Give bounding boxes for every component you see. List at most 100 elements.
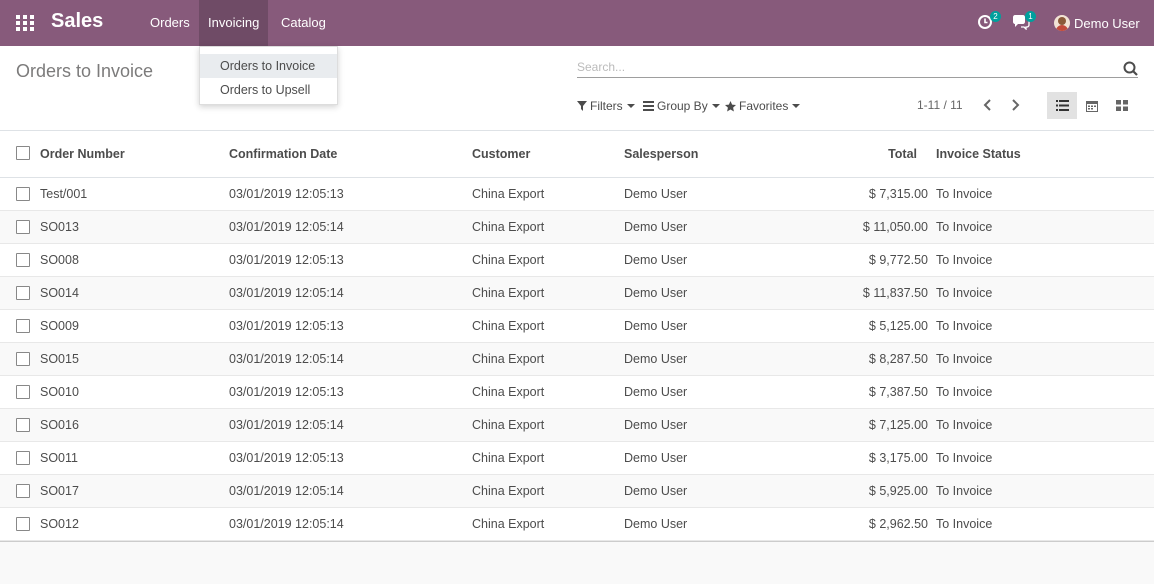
row-checkbox[interactable] xyxy=(16,418,30,432)
messages-chat-icon[interactable]: 1 xyxy=(1012,11,1036,32)
row-checkbox[interactable] xyxy=(16,319,30,333)
cell-confirmation-date: 03/01/2019 12:05:13 xyxy=(229,319,344,333)
row-checkbox[interactable] xyxy=(16,484,30,498)
filters-label: Filters xyxy=(590,99,623,113)
cell-customer: China Export xyxy=(472,385,545,399)
cell-confirmation-date: 03/01/2019 12:05:13 xyxy=(229,451,344,465)
pager-value[interactable]: 1-11 / 11 xyxy=(917,98,963,112)
cell-salesperson: Demo User xyxy=(624,253,688,267)
table-row[interactable]: SO008 03/01/2019 12:05:13 China Export Demo… xyxy=(0,244,1154,277)
search-input[interactable] xyxy=(577,60,1107,74)
menu-orders[interactable]: Orders xyxy=(141,0,199,46)
table-row[interactable]: SO010 03/01/2019 12:05:13 China Export Demo… xyxy=(0,376,1154,409)
menu-invoicing[interactable]: Invoicing xyxy=(199,0,269,46)
cell-confirmation-date: 03/01/2019 12:05:14 xyxy=(229,220,344,234)
pager-previous-icon[interactable] xyxy=(982,98,998,114)
filter-icon xyxy=(577,101,587,111)
activity-count-badge: 2 xyxy=(990,11,1001,22)
cell-confirmation-date: 03/01/2019 12:05:14 xyxy=(229,418,344,432)
cell-total: $ 8,287.50 xyxy=(868,352,928,366)
cell-customer: China Export xyxy=(472,286,545,300)
cell-salesperson: Demo User xyxy=(624,385,688,399)
invoicing-dropdown: Orders to Invoice Orders to Upsell xyxy=(199,46,338,105)
column-total[interactable]: Total xyxy=(860,147,917,161)
cell-confirmation-date: 03/01/2019 12:05:14 xyxy=(229,352,344,366)
row-checkbox[interactable] xyxy=(16,253,30,267)
table-row[interactable]: SO015 03/01/2019 12:05:14 China Export Demo… xyxy=(0,343,1154,376)
cell-order-number: SO009 xyxy=(40,319,79,333)
table-row[interactable]: SO013 03/01/2019 12:05:14 China Export Demo… xyxy=(0,211,1154,244)
cell-salesperson: Demo User xyxy=(624,517,688,531)
calendar-view-icon[interactable] xyxy=(1077,92,1107,119)
avatar xyxy=(1054,15,1070,31)
list-view-icon[interactable] xyxy=(1047,92,1077,119)
column-invoice-status[interactable]: Invoice Status xyxy=(936,147,1021,161)
cell-order-number: SO010 xyxy=(40,385,79,399)
cell-invoice-status: To Invoice xyxy=(936,451,993,465)
row-checkbox[interactable] xyxy=(16,352,30,366)
cell-total: $ 11,837.50 xyxy=(862,286,928,300)
search-icon[interactable] xyxy=(1123,61,1138,76)
cell-customer: China Export xyxy=(472,187,545,201)
favorites-button[interactable]: Favorites xyxy=(725,99,801,113)
bars-icon xyxy=(643,101,654,111)
cell-invoice-status: To Invoice xyxy=(936,286,993,300)
row-checkbox[interactable] xyxy=(16,517,30,531)
row-checkbox[interactable] xyxy=(16,451,30,465)
cell-confirmation-date: 03/01/2019 12:05:13 xyxy=(229,187,344,201)
column-customer[interactable]: Customer xyxy=(472,147,530,161)
table-row[interactable]: SO016 03/01/2019 12:05:14 China Export Demo… xyxy=(0,409,1154,442)
table-row[interactable]: Test/001 03/01/2019 12:05:13 China Export D… xyxy=(0,178,1154,211)
cell-order-number: Test/001 xyxy=(40,187,88,201)
cell-order-number: SO013 xyxy=(40,220,79,234)
dropdown-item-orders-to-upsell[interactable]: Orders to Upsell xyxy=(200,78,337,102)
user-menu[interactable]: Demo User xyxy=(1054,0,1140,46)
app-title[interactable]: Sales xyxy=(51,10,103,33)
cell-order-number: SO014 xyxy=(40,286,79,300)
cell-order-number: SO016 xyxy=(40,418,79,432)
column-confirmation-date[interactable]: Confirmation Date xyxy=(229,147,337,161)
row-checkbox[interactable] xyxy=(16,385,30,399)
cell-salesperson: Demo User xyxy=(624,451,688,465)
cell-customer: China Export xyxy=(472,319,545,333)
cell-invoice-status: To Invoice xyxy=(936,187,993,201)
cell-customer: China Export xyxy=(472,517,545,531)
cell-order-number: SO008 xyxy=(40,253,79,267)
table-row[interactable]: SO014 03/01/2019 12:05:14 China Export Demo… xyxy=(0,277,1154,310)
row-checkbox[interactable] xyxy=(16,286,30,300)
page-title: Orders to Invoice xyxy=(16,61,154,81)
kanban-view-icon[interactable] xyxy=(1107,92,1137,119)
cell-salesperson: Demo User xyxy=(624,319,688,333)
cell-total: $ 5,925.00 xyxy=(868,484,928,498)
menu-catalog[interactable]: Catalog xyxy=(272,0,335,46)
cell-customer: China Export xyxy=(472,451,545,465)
activity-clock-icon[interactable]: 2 xyxy=(977,11,1001,32)
group-by-button[interactable]: Group By xyxy=(643,99,720,113)
favorites-label: Favorites xyxy=(739,99,789,113)
cell-invoice-status: To Invoice xyxy=(936,352,993,366)
cell-invoice-status: To Invoice xyxy=(936,319,993,333)
table-row[interactable]: SO017 03/01/2019 12:05:14 China Export Demo… xyxy=(0,475,1154,508)
row-checkbox[interactable] xyxy=(16,187,30,201)
row-checkbox[interactable] xyxy=(16,220,30,234)
cell-total: $ 2,962.50 xyxy=(868,517,928,531)
select-all-checkbox[interactable] xyxy=(16,146,30,160)
table-row[interactable]: SO012 03/01/2019 12:05:14 China Export Demo… xyxy=(0,508,1154,541)
cell-total: $ 7,315.00 xyxy=(868,187,928,201)
table-body: Test/001 03/01/2019 12:05:13 China Export D… xyxy=(0,178,1154,541)
pager-next-icon[interactable] xyxy=(1009,98,1025,114)
cell-invoice-status: To Invoice xyxy=(936,484,993,498)
column-order-number[interactable]: Order Number xyxy=(40,147,125,161)
column-salesperson[interactable]: Salesperson xyxy=(624,147,698,161)
cell-customer: China Export xyxy=(472,418,545,432)
cell-customer: China Export xyxy=(472,253,545,267)
filters-button[interactable]: Filters xyxy=(577,99,635,113)
table-row[interactable]: SO009 03/01/2019 12:05:13 China Export Demo… xyxy=(0,310,1154,343)
cell-invoice-status: To Invoice xyxy=(936,418,993,432)
dropdown-item-orders-to-invoice[interactable]: Orders to Invoice xyxy=(200,54,337,78)
apps-grid-icon[interactable] xyxy=(16,15,34,31)
cell-total: $ 3,175.00 xyxy=(868,451,928,465)
table-row[interactable]: SO011 03/01/2019 12:05:13 China Export Demo… xyxy=(0,442,1154,475)
table-header: Order Number Confirmation Date Customer … xyxy=(0,131,1154,178)
cell-salesperson: Demo User xyxy=(624,418,688,432)
